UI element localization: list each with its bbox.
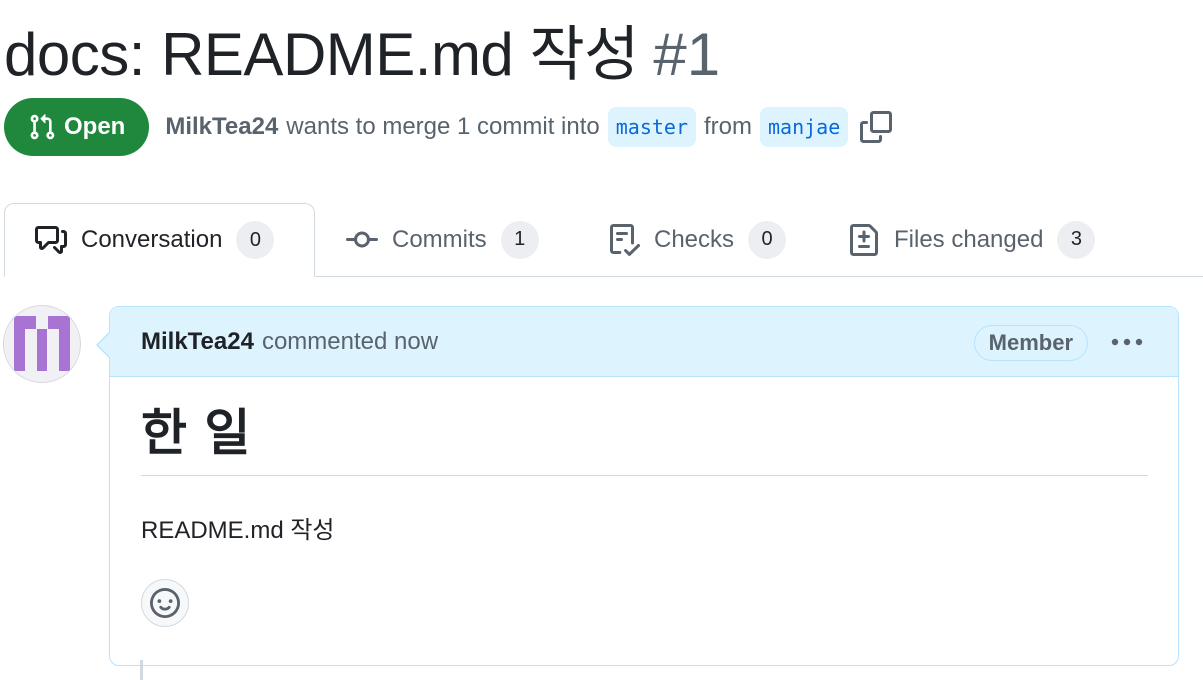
comment-heading: 한 일 [141,404,1148,476]
timeline-line [140,660,143,680]
merge-text: wants to merge 1 commit into [286,113,600,140]
comment-body: 한 일 README.md 작성 [110,404,1178,627]
comment-timestamp[interactable]: commented now [262,328,438,356]
identicon-avatar [14,316,70,371]
smiley-icon [150,587,180,618]
comment-text: README.md 작성 [141,516,335,544]
tab-label: Conversation [81,226,223,253]
role-badge: Member [973,325,1088,361]
pr-state-label: Open [64,113,126,140]
comment-header: MilkTea24 commented now Member [110,307,1178,377]
add-reaction-button[interactable] [141,578,189,627]
tab-checks[interactable]: Checks 0 [578,203,816,276]
avatar[interactable] [3,305,81,383]
pr-tabs: Conversation 0 Commits 1 Checks 0 Files … [4,203,1203,277]
pr-merge-info: MilkTea24 wants to merge 1 commit into m… [165,107,893,147]
tab-label: Commits [392,225,487,253]
git-pull-request-icon [30,114,55,140]
pr-meta-row: Open MilkTea24 wants to merge 1 commit i… [4,98,893,156]
tab-label: Files changed [894,225,1044,253]
tab-counter: 3 [1057,220,1096,259]
tab-files-changed[interactable]: Files changed 3 [818,203,1125,276]
pr-title-row: docs: README.md 작성 #1 [4,6,720,93]
checklist-icon [610,223,640,256]
pr-author-link[interactable]: MilkTea24 [165,113,278,141]
tab-commits[interactable]: Commits 1 [316,203,569,276]
from-text: from [704,113,752,140]
git-commit-icon [346,231,378,247]
tab-label: Checks [654,225,735,253]
copy-branch-button[interactable] [860,111,893,143]
file-diff-icon [850,223,878,256]
tab-conversation[interactable]: Conversation 0 [4,203,315,277]
comment-author-link[interactable]: MilkTea24 [141,328,254,356]
tab-counter: 0 [236,221,275,259]
pr-state-badge: Open [4,98,150,156]
copy-icon [860,111,893,143]
kebab-horizontal-icon [1111,338,1143,346]
head-branch[interactable]: manjae [760,107,849,147]
pr-title: docs: README.md 작성 [4,21,639,88]
comment-discussion-icon [35,226,67,254]
pr-number: #1 [653,21,721,88]
tab-counter: 1 [500,220,539,259]
comment-options-button[interactable] [1110,329,1144,355]
comment-pointer [96,331,111,359]
tab-counter: 0 [748,220,787,259]
comment-box: MilkTea24 commented now Member 한 일 READM… [96,306,1179,666]
base-branch[interactable]: master [607,107,696,147]
